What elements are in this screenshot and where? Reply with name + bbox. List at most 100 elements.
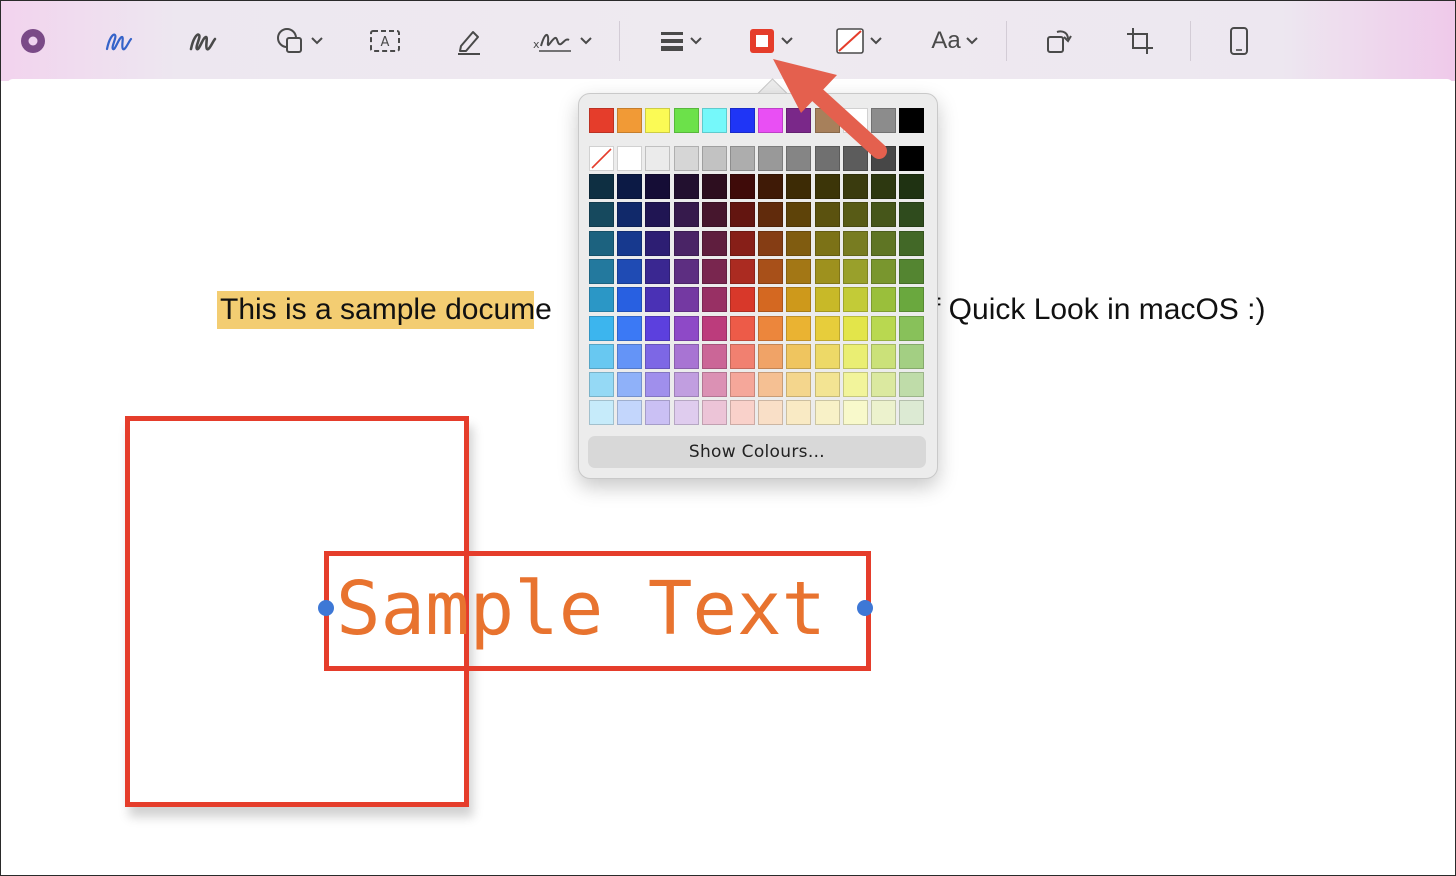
colour-swatch[interactable] [730, 174, 755, 199]
draw-icon[interactable] [183, 21, 223, 61]
colour-swatch[interactable] [589, 258, 614, 284]
device-icon[interactable] [1223, 21, 1255, 61]
colour-swatch[interactable] [673, 400, 699, 426]
colour-swatch[interactable] [701, 372, 727, 398]
colour-swatch[interactable] [842, 202, 868, 228]
colour-swatch[interactable] [786, 400, 812, 426]
colour-swatch[interactable] [730, 230, 755, 256]
colour-swatch[interactable] [617, 400, 643, 426]
colour-swatch[interactable] [645, 230, 671, 256]
colour-swatch[interactable] [899, 315, 925, 341]
colour-swatch[interactable] [871, 258, 896, 284]
colour-swatch[interactable] [617, 315, 643, 341]
colour-swatch[interactable] [673, 287, 699, 313]
colour-swatch[interactable] [842, 108, 868, 133]
colour-swatch[interactable] [589, 400, 614, 426]
colour-swatch[interactable] [645, 343, 671, 369]
no-colour-swatch[interactable] [589, 146, 614, 171]
colour-swatch[interactable] [758, 108, 784, 133]
colour-swatch[interactable] [871, 372, 896, 398]
colour-swatch[interactable] [786, 287, 812, 313]
colour-swatch[interactable] [730, 202, 755, 228]
colour-swatch[interactable] [814, 400, 840, 426]
colour-swatch[interactable] [617, 372, 643, 398]
colour-swatch[interactable] [842, 400, 868, 426]
colour-swatch[interactable] [589, 174, 614, 199]
colour-swatch[interactable] [645, 146, 671, 171]
colour-swatch[interactable] [645, 108, 671, 133]
colour-swatch[interactable] [814, 174, 840, 199]
colour-swatch[interactable] [899, 287, 925, 313]
colour-swatch[interactable] [899, 372, 925, 398]
colour-swatch[interactable] [814, 202, 840, 228]
colour-swatch[interactable] [730, 108, 755, 133]
colour-swatch[interactable] [786, 146, 812, 171]
colour-swatch[interactable] [701, 343, 727, 369]
colour-swatch[interactable] [701, 230, 727, 256]
colour-swatch[interactable] [617, 108, 643, 133]
colour-swatch[interactable] [871, 287, 896, 313]
colour-swatch[interactable] [786, 108, 812, 133]
colour-swatch[interactable] [899, 202, 925, 228]
text-style-button[interactable]: Aa [925, 21, 985, 61]
colour-swatch[interactable] [871, 174, 896, 199]
colour-swatch[interactable] [730, 146, 755, 171]
colour-swatch[interactable] [701, 108, 727, 133]
colour-swatch[interactable] [730, 372, 755, 398]
colour-swatch[interactable] [645, 372, 671, 398]
colour-swatch[interactable] [758, 343, 784, 369]
colour-swatch[interactable] [786, 258, 812, 284]
colour-swatch[interactable] [842, 174, 868, 199]
colour-swatch[interactable] [786, 372, 812, 398]
colour-swatch[interactable] [730, 258, 755, 284]
shape-style-icon[interactable] [653, 21, 709, 61]
colour-swatch[interactable] [758, 202, 784, 228]
colour-swatch[interactable] [758, 230, 784, 256]
colour-swatch[interactable] [617, 202, 643, 228]
colour-swatch[interactable] [871, 400, 896, 426]
colour-swatch[interactable] [758, 315, 784, 341]
crop-icon[interactable] [1121, 21, 1159, 61]
colour-swatch[interactable] [842, 315, 868, 341]
colour-swatch[interactable] [814, 287, 840, 313]
colour-swatch[interactable] [899, 400, 925, 426]
colour-swatch[interactable] [730, 343, 755, 369]
colour-swatch[interactable] [617, 174, 643, 199]
colour-swatch[interactable] [701, 258, 727, 284]
colour-swatch[interactable] [589, 372, 614, 398]
colour-swatch[interactable] [673, 202, 699, 228]
colour-swatch[interactable] [673, 315, 699, 341]
colour-swatch[interactable] [842, 146, 868, 171]
colour-swatch[interactable] [871, 108, 896, 133]
colour-swatch[interactable] [786, 230, 812, 256]
colour-swatch[interactable] [758, 174, 784, 199]
colour-swatch[interactable] [589, 343, 614, 369]
colour-swatch[interactable] [589, 202, 614, 228]
colour-swatch[interactable] [701, 315, 727, 341]
colour-swatch[interactable] [730, 400, 755, 426]
colour-swatch[interactable] [814, 108, 840, 133]
colour-swatch[interactable] [701, 400, 727, 426]
colour-swatch[interactable] [786, 174, 812, 199]
colour-swatch[interactable] [645, 287, 671, 313]
resize-handle-left[interactable] [318, 600, 334, 616]
colour-swatch[interactable] [871, 315, 896, 341]
colour-swatch[interactable] [899, 343, 925, 369]
colour-swatch[interactable] [645, 258, 671, 284]
colour-swatch[interactable] [673, 146, 699, 171]
colour-swatch[interactable] [701, 202, 727, 228]
colour-swatch[interactable] [589, 287, 614, 313]
text-box-icon[interactable]: A [366, 21, 404, 61]
window-control-icon[interactable] [19, 21, 47, 61]
colour-swatch[interactable] [758, 287, 784, 313]
colour-swatch[interactable] [617, 287, 643, 313]
show-colours-button[interactable]: Show Colours… [588, 436, 926, 468]
colour-swatch[interactable] [673, 372, 699, 398]
colour-swatch[interactable] [617, 146, 643, 171]
colour-swatch[interactable] [758, 258, 784, 284]
colour-swatch[interactable] [617, 258, 643, 284]
colour-swatch[interactable] [871, 202, 896, 228]
colour-swatch[interactable] [814, 343, 840, 369]
border-color-icon[interactable] [741, 21, 801, 61]
colour-swatch[interactable] [814, 315, 840, 341]
